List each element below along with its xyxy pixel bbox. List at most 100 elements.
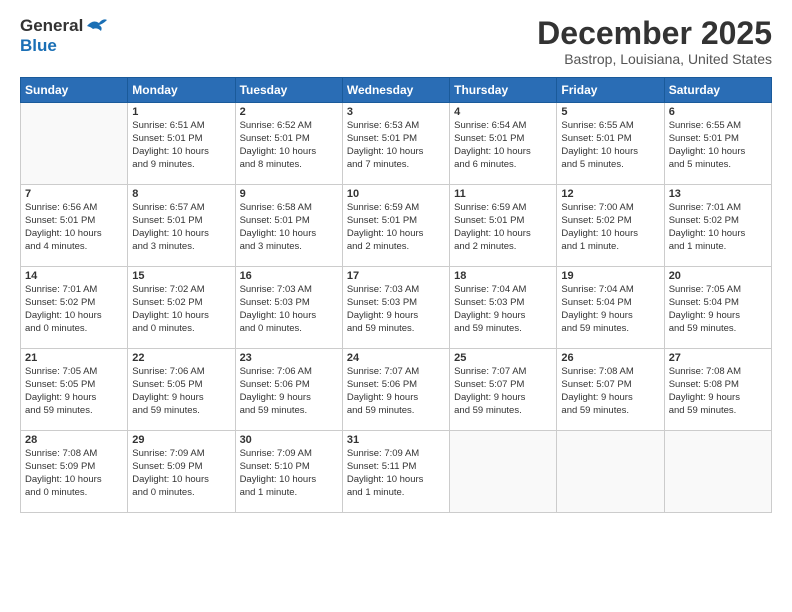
calendar-header-friday: Friday: [557, 78, 664, 103]
day-detail: Sunrise: 7:05 AM Sunset: 5:05 PM Dayligh…: [25, 366, 123, 417]
calendar-cell: 2Sunrise: 6:52 AM Sunset: 5:01 PM Daylig…: [235, 103, 342, 185]
day-detail: Sunrise: 7:08 AM Sunset: 5:07 PM Dayligh…: [561, 366, 659, 417]
calendar-cell: [21, 103, 128, 185]
day-number: 24: [347, 352, 445, 364]
calendar-cell: 13 Sunrise: 7:01 AM Sunset: 5:02 PM Dayli…: [664, 185, 771, 267]
calendar-cell: 10 Sunrise: 6:59 AM Sunset: 5:01 PM Dayli…: [342, 185, 449, 267]
day-number: 1: [132, 106, 230, 118]
page-subtitle: Bastrop, Louisiana, United States: [537, 51, 772, 67]
day-number: 13: [669, 188, 767, 200]
day-detail: Sunrise: 6:59 AM Sunset: 5:01 PM Dayligh…: [454, 202, 552, 253]
calendar-cell: [664, 431, 771, 513]
calendar-week-3: 14 Sunrise: 7:01 AM Sunset: 5:02 PM Dayli…: [21, 267, 772, 349]
day-number: 4: [454, 106, 552, 118]
day-number: 31: [347, 434, 445, 446]
logo-blue-text: Blue: [20, 36, 57, 55]
calendar-table: SundayMondayTuesdayWednesdayThursdayFrid…: [20, 77, 772, 513]
calendar-header-saturday: Saturday: [664, 78, 771, 103]
day-number: 9: [240, 188, 338, 200]
calendar-week-1: 1 Sunrise: 6:51 AM Sunset: 5:01 PM Daylig…: [21, 103, 772, 185]
calendar-cell: 3 Sunrise: 6:53 AM Sunset: 5:01 PM Daylig…: [342, 103, 449, 185]
day-detail: Sunrise: 6:51 AM Sunset: 5:01 PM Dayligh…: [132, 120, 230, 171]
day-detail: Sunrise: 7:08 AM Sunset: 5:09 PM Dayligh…: [25, 448, 123, 499]
calendar-cell: 15Sunrise: 7:02 AM Sunset: 5:02 PM Dayli…: [128, 267, 235, 349]
day-number: 20: [669, 270, 767, 282]
day-detail: Sunrise: 7:03 AM Sunset: 5:03 PM Dayligh…: [240, 284, 338, 335]
day-detail: Sunrise: 6:55 AM Sunset: 5:01 PM Dayligh…: [669, 120, 767, 171]
day-detail: Sunrise: 7:04 AM Sunset: 5:04 PM Dayligh…: [561, 284, 659, 335]
calendar-cell: 29 Sunrise: 7:09 AM Sunset: 5:09 PM Dayli…: [128, 431, 235, 513]
calendar-header-monday: Monday: [128, 78, 235, 103]
day-detail: Sunrise: 7:01 AM Sunset: 5:02 PM Dayligh…: [25, 284, 123, 335]
calendar-cell: 14 Sunrise: 7:01 AM Sunset: 5:02 PM Dayli…: [21, 267, 128, 349]
day-number: 18: [454, 270, 552, 282]
day-detail: Sunrise: 6:58 AM Sunset: 5:01 PM Dayligh…: [240, 202, 338, 253]
day-detail: Sunrise: 7:08 AM Sunset: 5:08 PM Dayligh…: [669, 366, 767, 417]
logo: General Blue: [20, 16, 107, 56]
day-detail: Sunrise: 7:02 AM Sunset: 5:02 PM Dayligh…: [132, 284, 230, 335]
calendar-cell: 21 Sunrise: 7:05 AM Sunset: 5:05 PM Dayli…: [21, 349, 128, 431]
calendar-header-wednesday: Wednesday: [342, 78, 449, 103]
day-detail: Sunrise: 7:06 AM Sunset: 5:06 PM Dayligh…: [240, 366, 338, 417]
day-detail: Sunrise: 7:01 AM Sunset: 5:02 PM Dayligh…: [669, 202, 767, 253]
calendar-cell: 20Sunrise: 7:05 AM Sunset: 5:04 PM Dayli…: [664, 267, 771, 349]
day-detail: Sunrise: 7:07 AM Sunset: 5:07 PM Dayligh…: [454, 366, 552, 417]
day-number: 3: [347, 106, 445, 118]
calendar-cell: 19 Sunrise: 7:04 AM Sunset: 5:04 PM Dayli…: [557, 267, 664, 349]
day-detail: Sunrise: 6:54 AM Sunset: 5:01 PM Dayligh…: [454, 120, 552, 171]
day-number: 2: [240, 106, 338, 118]
day-detail: Sunrise: 7:07 AM Sunset: 5:06 PM Dayligh…: [347, 366, 445, 417]
day-detail: Sunrise: 7:09 AM Sunset: 5:09 PM Dayligh…: [132, 448, 230, 499]
calendar-cell: 7 Sunrise: 6:56 AM Sunset: 5:01 PM Daylig…: [21, 185, 128, 267]
day-detail: Sunrise: 7:04 AM Sunset: 5:03 PM Dayligh…: [454, 284, 552, 335]
day-detail: Sunrise: 7:09 AM Sunset: 5:10 PM Dayligh…: [240, 448, 338, 499]
calendar-cell: 1 Sunrise: 6:51 AM Sunset: 5:01 PM Daylig…: [128, 103, 235, 185]
calendar-cell: 26 Sunrise: 7:08 AM Sunset: 5:07 PM Dayli…: [557, 349, 664, 431]
day-number: 6: [669, 106, 767, 118]
calendar-header-sunday: Sunday: [21, 78, 128, 103]
calendar-header-row: SundayMondayTuesdayWednesdayThursdayFrid…: [21, 78, 772, 103]
calendar-cell: 16Sunrise: 7:03 AM Sunset: 5:03 PM Dayli…: [235, 267, 342, 349]
day-number: 19: [561, 270, 659, 282]
day-detail: Sunrise: 7:09 AM Sunset: 5:11 PM Dayligh…: [347, 448, 445, 499]
day-detail: Sunrise: 7:03 AM Sunset: 5:03 PM Dayligh…: [347, 284, 445, 335]
day-number: 21: [25, 352, 123, 364]
calendar-cell: 30 Sunrise: 7:09 AM Sunset: 5:10 PM Dayli…: [235, 431, 342, 513]
day-detail: Sunrise: 6:56 AM Sunset: 5:01 PM Dayligh…: [25, 202, 123, 253]
day-detail: Sunrise: 7:00 AM Sunset: 5:02 PM Dayligh…: [561, 202, 659, 253]
day-number: 22: [132, 352, 230, 364]
day-number: 23: [240, 352, 338, 364]
calendar-cell: 24 Sunrise: 7:07 AM Sunset: 5:06 PM Dayli…: [342, 349, 449, 431]
page: General Blue December 2025 Bastrop, Loui…: [0, 0, 792, 612]
logo-bird-icon: [85, 17, 107, 35]
calendar-cell: 17Sunrise: 7:03 AM Sunset: 5:03 PM Dayli…: [342, 267, 449, 349]
calendar-cell: 6 Sunrise: 6:55 AM Sunset: 5:01 PM Daylig…: [664, 103, 771, 185]
calendar-cell: [450, 431, 557, 513]
day-detail: Sunrise: 6:53 AM Sunset: 5:01 PM Dayligh…: [347, 120, 445, 171]
day-number: 27: [669, 352, 767, 364]
day-number: 10: [347, 188, 445, 200]
calendar-cell: 27 Sunrise: 7:08 AM Sunset: 5:08 PM Dayli…: [664, 349, 771, 431]
calendar-cell: 18 Sunrise: 7:04 AM Sunset: 5:03 PM Dayli…: [450, 267, 557, 349]
day-number: 29: [132, 434, 230, 446]
day-number: 11: [454, 188, 552, 200]
day-detail: Sunrise: 6:57 AM Sunset: 5:01 PM Dayligh…: [132, 202, 230, 253]
day-detail: Sunrise: 6:55 AM Sunset: 5:01 PM Dayligh…: [561, 120, 659, 171]
calendar-cell: 8Sunrise: 6:57 AM Sunset: 5:01 PM Daylig…: [128, 185, 235, 267]
calendar-cell: [557, 431, 664, 513]
day-detail: Sunrise: 6:59 AM Sunset: 5:01 PM Dayligh…: [347, 202, 445, 253]
day-number: 28: [25, 434, 123, 446]
day-number: 5: [561, 106, 659, 118]
calendar-week-2: 7 Sunrise: 6:56 AM Sunset: 5:01 PM Daylig…: [21, 185, 772, 267]
page-title: December 2025: [537, 16, 772, 51]
day-number: 7: [25, 188, 123, 200]
calendar-cell: 31 Sunrise: 7:09 AM Sunset: 5:11 PM Dayli…: [342, 431, 449, 513]
calendar-cell: 4 Sunrise: 6:54 AM Sunset: 5:01 PM Daylig…: [450, 103, 557, 185]
calendar-cell: 9 Sunrise: 6:58 AM Sunset: 5:01 PM Daylig…: [235, 185, 342, 267]
calendar-cell: 23 Sunrise: 7:06 AM Sunset: 5:06 PM Dayli…: [235, 349, 342, 431]
day-number: 26: [561, 352, 659, 364]
day-number: 30: [240, 434, 338, 446]
day-number: 12: [561, 188, 659, 200]
calendar-week-5: 28 Sunrise: 7:08 AM Sunset: 5:09 PM Dayli…: [21, 431, 772, 513]
day-number: 14: [25, 270, 123, 282]
